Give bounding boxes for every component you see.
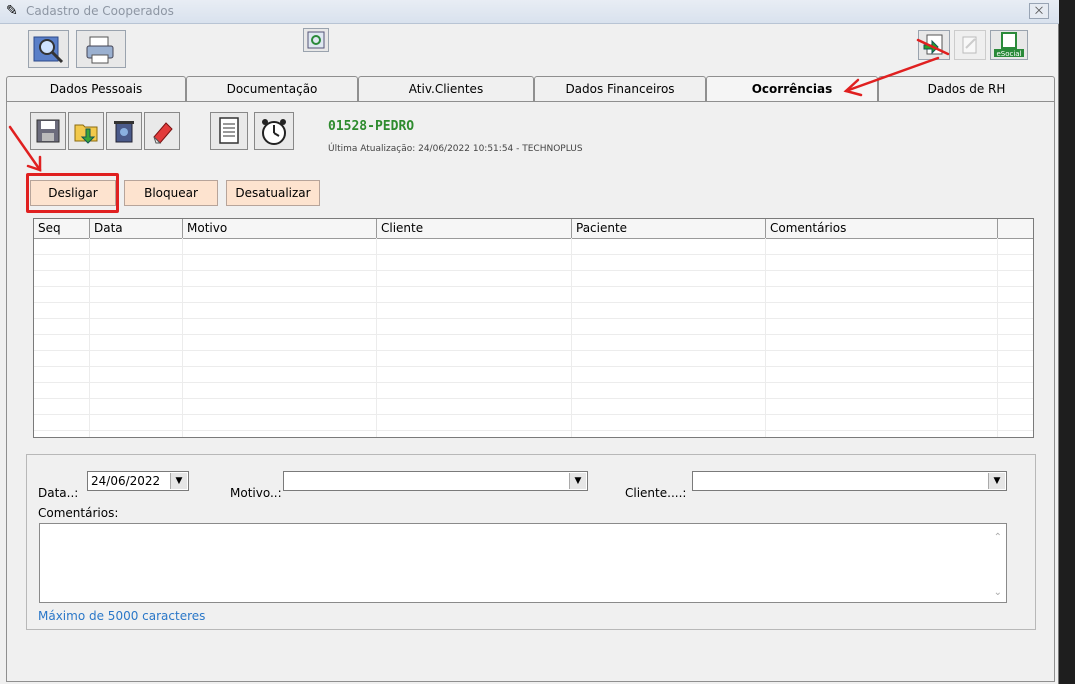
esocial-icon: eSocial	[994, 32, 1024, 58]
tab-strip: Dados Pessoais Documentação Ativ.Cliente…	[6, 76, 1055, 102]
col-comentarios[interactable]: Comentários	[766, 219, 998, 238]
delete-button[interactable]	[106, 112, 142, 150]
tab-dados-financeiros[interactable]: Dados Financeiros	[534, 76, 706, 102]
esocial-label: eSocial	[996, 50, 1021, 58]
edit-icon	[962, 36, 977, 54]
desatualizar-button[interactable]: Desatualizar	[226, 180, 320, 206]
cliente-select[interactable]: ▼	[692, 471, 1007, 491]
motivo-select[interactable]: ▼	[283, 471, 588, 491]
cadastro-window: ✎ Cadastro de Cooperados ⨉ eSocial Dados…	[0, 0, 1059, 684]
table-row[interactable]	[34, 415, 1033, 431]
bloquear-button[interactable]: Bloquear	[124, 180, 218, 206]
col-cliente[interactable]: Cliente	[377, 219, 572, 238]
refresh-button[interactable]	[303, 28, 329, 52]
import-icon	[923, 34, 943, 55]
printer-icon	[86, 36, 114, 64]
document-icon	[219, 117, 239, 144]
tab-ativ-clientes[interactable]: Ativ.Clientes	[358, 76, 534, 102]
table-row[interactable]	[34, 239, 1033, 255]
scroll-down-icon[interactable]: ⌄	[994, 587, 1002, 598]
comentarios-label: Comentários:	[38, 506, 119, 520]
table-row[interactable]	[34, 271, 1033, 287]
chevron-down-icon[interactable]: ▼	[569, 473, 586, 489]
title-bar: ✎ Cadastro de Cooperados ⨉	[0, 0, 1059, 24]
tab-dados-pessoais[interactable]: Dados Pessoais	[6, 76, 186, 102]
erase-button[interactable]	[144, 112, 180, 150]
chevron-down-icon[interactable]: ▼	[988, 473, 1005, 489]
table-row[interactable]	[34, 255, 1033, 271]
table-row[interactable]	[34, 351, 1033, 367]
col-paciente[interactable]: Paciente	[572, 219, 766, 238]
data-date-picker[interactable]: 24/06/2022 ▼	[87, 471, 189, 491]
desligar-highlight-box	[26, 173, 119, 213]
trash-icon	[114, 121, 134, 143]
table-row[interactable]	[34, 367, 1033, 383]
col-data[interactable]: Data	[90, 219, 183, 238]
window-title: Cadastro de Cooperados	[26, 4, 174, 18]
alarm-clock-icon	[262, 119, 286, 145]
app-icon: ✎	[6, 3, 18, 19]
last-update-label: Última Atualização: 24/06/2022 10:51:54 …	[328, 144, 583, 154]
data-value: 24/06/2022	[91, 474, 161, 488]
report-button[interactable]	[210, 112, 248, 150]
col-motivo[interactable]: Motivo	[183, 219, 377, 238]
edit-button[interactable]	[954, 30, 986, 60]
table-row[interactable]	[34, 287, 1033, 303]
refresh-icon	[307, 31, 325, 49]
tab-dados-de-rh[interactable]: Dados de RH	[878, 76, 1055, 102]
import-button[interactable]	[918, 30, 950, 60]
print-button[interactable]	[76, 30, 126, 68]
esocial-button[interactable]: eSocial	[990, 30, 1028, 60]
chevron-down-icon[interactable]: ▼	[170, 473, 187, 489]
data-label: Data..:	[38, 486, 79, 500]
schedule-button[interactable]	[254, 112, 294, 150]
cliente-label: Cliente....:	[625, 486, 687, 500]
motivo-label: Motivo..:	[230, 486, 282, 500]
open-folder-button[interactable]	[68, 112, 104, 150]
max-characters-note: Máximo de 5000 caracteres	[38, 609, 206, 623]
tab-ocorrencias[interactable]: Ocorrências	[706, 76, 878, 102]
comentarios-textarea[interactable]: ⌃ ⌄	[39, 523, 1007, 603]
record-code: 01528-PEDRO	[328, 119, 415, 134]
table-row[interactable]	[34, 335, 1033, 351]
close-button[interactable]: ⨉	[1029, 3, 1049, 19]
eraser-icon	[153, 122, 173, 144]
folder-icon	[74, 124, 98, 144]
table-row[interactable]	[34, 303, 1033, 319]
tab-documentacao[interactable]: Documentação	[186, 76, 358, 102]
search-icon	[33, 36, 63, 64]
search-button[interactable]	[28, 30, 69, 68]
table-row[interactable]	[34, 319, 1033, 335]
save-icon	[36, 119, 60, 143]
scroll-up-icon[interactable]: ⌃	[994, 532, 1002, 543]
ocorrencias-grid[interactable]: Seq Data Motivo Cliente Paciente Comentá…	[33, 218, 1034, 438]
table-row[interactable]	[34, 383, 1033, 399]
col-seq[interactable]: Seq	[34, 219, 90, 238]
table-row[interactable]	[34, 399, 1033, 415]
grid-header: Seq Data Motivo Cliente Paciente Comentá…	[34, 219, 1033, 239]
save-button[interactable]	[30, 112, 66, 150]
